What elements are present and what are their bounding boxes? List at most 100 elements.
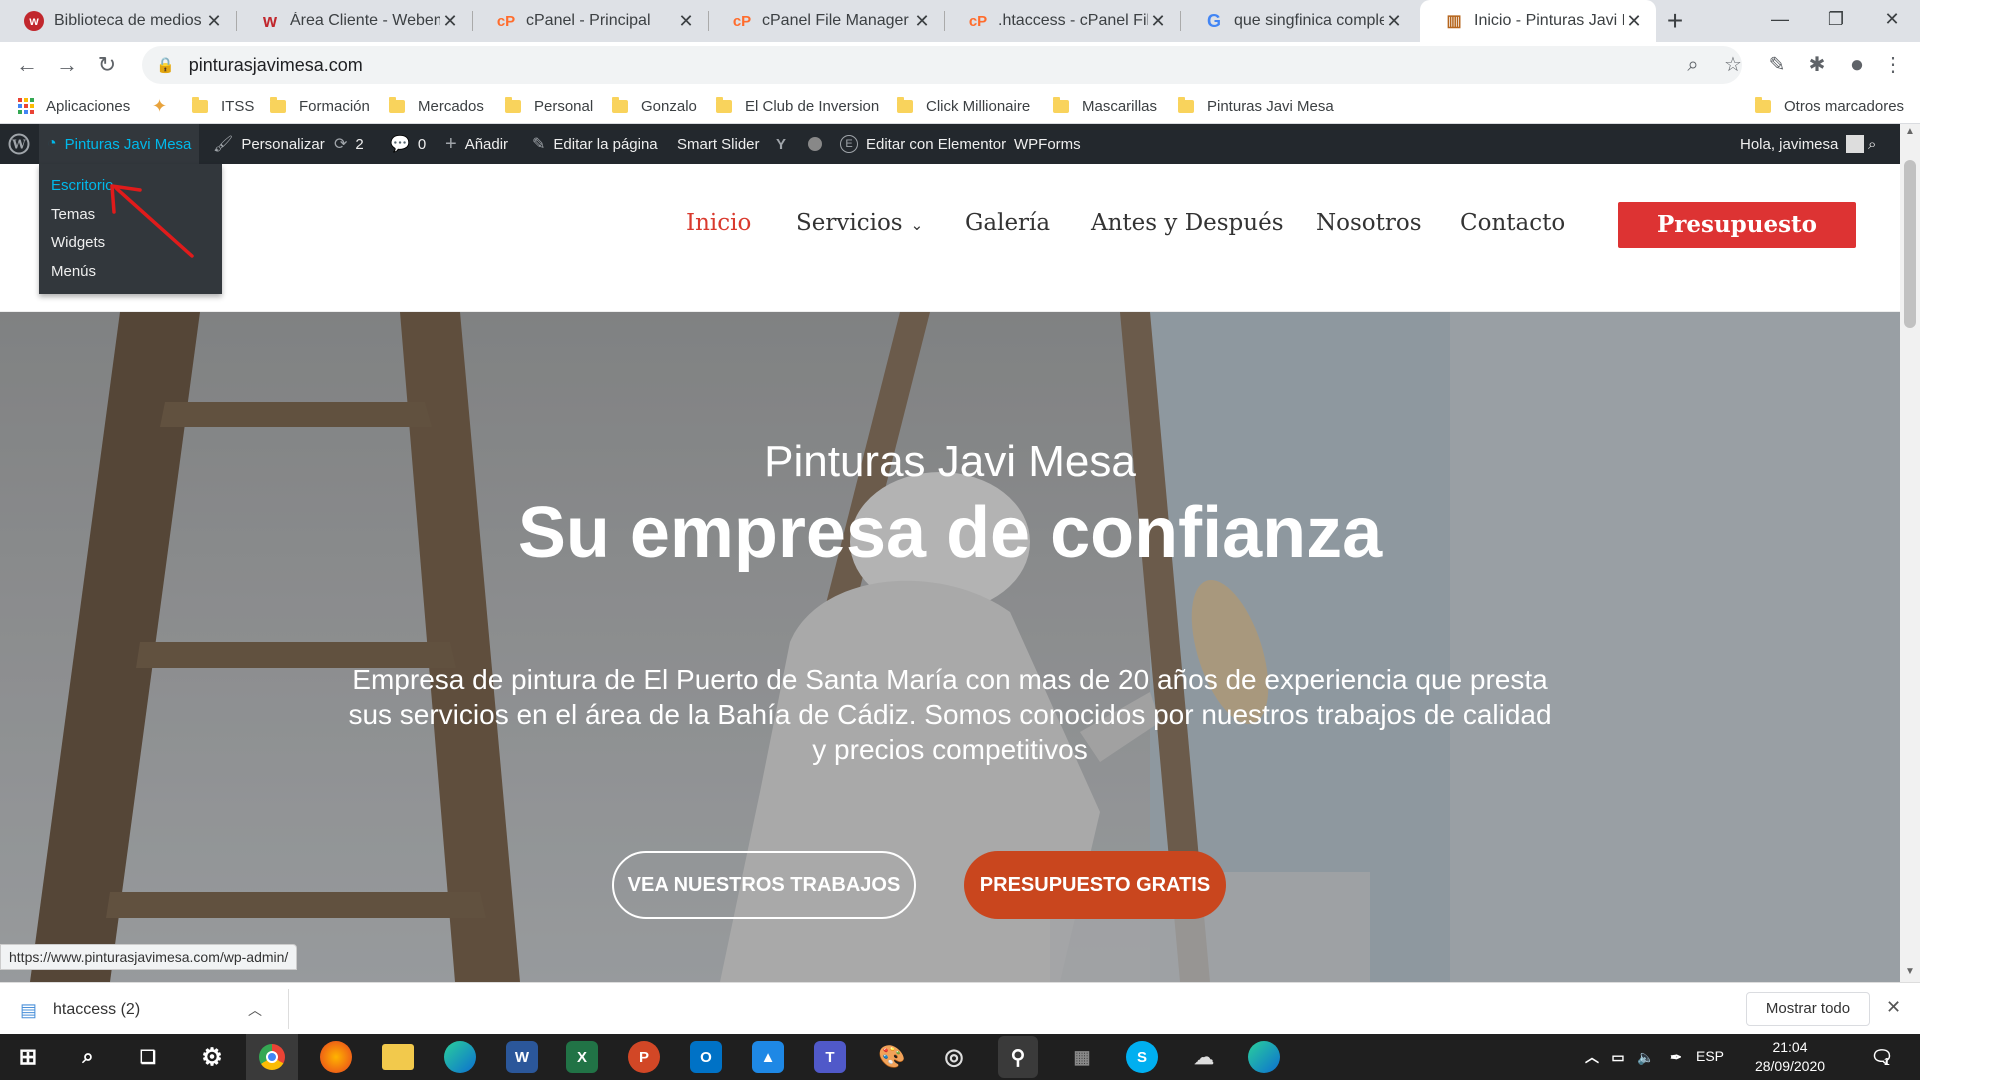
file-explorer-icon[interactable] [382, 1044, 414, 1070]
address-url[interactable]: pinturasjavimesa.com [189, 55, 363, 76]
tab-biblioteca[interactable]: w Biblioteca de medios y ✕ [0, 0, 236, 42]
close-tab-icon[interactable]: ✕ [440, 11, 460, 32]
bookmark-star-icon[interactable]: ☆ [1718, 50, 1748, 80]
maps-pin-icon[interactable]: ⚲ [998, 1036, 1038, 1078]
bookmark-apps[interactable]: Aplicaciones [18, 88, 130, 124]
pen-icon[interactable]: ✒ [1664, 1041, 1688, 1073]
forward-icon[interactable]: → [52, 50, 82, 80]
admin-comments[interactable]: 💬 0 [390, 124, 426, 164]
nav-galeria[interactable]: Galería [965, 210, 1050, 236]
dropdown-widgets[interactable]: Widgets [51, 234, 105, 251]
nav-servicios[interactable]: Servicios ⌄ [796, 210, 923, 236]
outlook-icon[interactable]: O [690, 1041, 722, 1073]
admin-customize[interactable]: 🖌 Personalizar [213, 124, 325, 164]
skype-icon[interactable]: S [1126, 1041, 1158, 1073]
tab-google-search[interactable]: G que singfinica complen ✕ [1180, 0, 1416, 42]
nav-antes-despues[interactable]: Antes y Después [1091, 210, 1284, 236]
minimize-icon[interactable]: — [1752, 0, 1808, 38]
paint-palette-icon[interactable]: 🎨 [876, 1041, 908, 1073]
chrome-taskbar-button[interactable] [246, 1034, 298, 1080]
bookmark-folder-otros[interactable]: Otros marcadores [1755, 88, 1904, 124]
tray-clock[interactable]: 21:04 28/09/2020 [1740, 1038, 1840, 1076]
extension-pen-icon[interactable]: ✎ [1762, 50, 1792, 80]
wordpress-logo-icon[interactable]: W [6, 124, 32, 164]
close-tab-icon[interactable]: ✕ [1148, 11, 1168, 32]
close-tab-icon[interactable]: ✕ [204, 11, 224, 32]
admin-wpforms[interactable]: WPForms [1014, 124, 1081, 164]
remote-desktop-icon[interactable]: ▦ [1066, 1041, 1098, 1073]
bookmark-folder-club-inversion[interactable]: El Club de Inversion [716, 88, 879, 124]
seo-status-dot-icon[interactable] [808, 124, 822, 164]
nav-nosotros[interactable]: Nosotros [1316, 210, 1422, 236]
yoast-icon[interactable]: Y [776, 124, 786, 164]
bookmark-folder-mascarillas[interactable]: Mascarillas [1053, 88, 1157, 124]
reload-icon[interactable]: ↻ [92, 50, 122, 80]
close-tab-icon[interactable]: ✕ [1624, 11, 1644, 32]
settings-gear-icon[interactable]: ⚙ [196, 1041, 228, 1073]
word-icon[interactable]: W [506, 1041, 538, 1073]
scroll-down-arrow-icon[interactable]: ▼ [1905, 966, 1915, 977]
show-all-downloads-button[interactable]: Mostrar todo [1746, 992, 1870, 1026]
close-tab-icon[interactable]: ✕ [676, 11, 696, 32]
presupuesto-gratis-button[interactable]: PRESUPUESTO GRATIS [964, 851, 1226, 919]
battery-icon[interactable]: ▭ [1606, 1041, 1630, 1073]
powerpoint-icon[interactable]: P [628, 1041, 660, 1073]
profile-icon[interactable]: ● [1842, 50, 1872, 80]
chevron-up-icon[interactable]: ︿ [248, 1000, 262, 1020]
tab-cpanel-file-manager[interactable]: cP cPanel File Manager v3 ✕ [708, 0, 944, 42]
tray-chevron-up-icon[interactable]: ︿ [1582, 1041, 1602, 1073]
volume-icon[interactable]: 🔈 [1634, 1041, 1658, 1073]
windows-start-icon[interactable]: ⊞ [12, 1041, 44, 1073]
admin-smart-slider[interactable]: Smart Slider [677, 124, 760, 164]
tab-area-cliente[interactable]: w Área Cliente - Webemp ✕ [236, 0, 472, 42]
admin-site-menu[interactable]: ◔ Pinturas Javi Mesa [39, 124, 200, 164]
admin-updates[interactable]: ⟳ 2 [334, 124, 364, 164]
admin-elementor[interactable]: E Editar con Elementor [840, 124, 1006, 164]
close-tab-icon[interactable]: ✕ [912, 11, 932, 32]
scroll-up-arrow-icon[interactable]: ▲ [1905, 126, 1915, 137]
admin-add-new[interactable]: + Añadir [445, 124, 508, 164]
task-view-icon[interactable]: ❏ [132, 1041, 164, 1073]
restore-icon[interactable]: ❐ [1808, 0, 1864, 38]
bookmark-folder-itss[interactable]: ITSS [192, 88, 254, 124]
admin-search-icon[interactable]: ⌕ [1868, 124, 1876, 164]
people-icon[interactable]: ☁ [1188, 1041, 1220, 1073]
close-window-icon[interactable]: ✕ [1864, 0, 1920, 38]
bookmark-folder-pinturas[interactable]: Pinturas Javi Mesa [1178, 88, 1334, 124]
presupuesto-button[interactable]: Presupuesto [1618, 202, 1856, 248]
close-tab-icon[interactable]: ✕ [1384, 11, 1404, 32]
new-tab-icon[interactable]: + [1658, 4, 1692, 38]
dropdown-menus[interactable]: Menús [51, 263, 96, 280]
bookmark-folder-click-millionaire[interactable]: Click Millionaire [897, 88, 1030, 124]
tray-language[interactable]: ESP [1696, 1048, 1724, 1064]
tab-inicio-pinturas[interactable]: ▥ Inicio - Pinturas Javi M ✕ [1420, 0, 1656, 42]
ver-trabajos-button[interactable]: VEA NUESTROS TRABAJOS [612, 851, 916, 919]
page-scrollbar[interactable]: ▲ ▼ [1900, 124, 1920, 982]
edge-dev-icon[interactable] [1248, 1041, 1280, 1073]
bookmark-folder-formacion[interactable]: Formación [270, 88, 370, 124]
search-icon[interactable]: ⌕ [72, 1041, 104, 1073]
nav-contacto[interactable]: Contacto [1460, 210, 1565, 236]
firefox-icon[interactable] [320, 1041, 352, 1073]
edge-icon[interactable] [444, 1041, 476, 1073]
bookmark-folder-gonzalo[interactable]: Gonzalo [612, 88, 697, 124]
address-bar[interactable]: 🔒 pinturasjavimesa.com [142, 46, 1742, 84]
download-item[interactable]: ▤ htaccess (2) ︿ [20, 997, 320, 1023]
photos-icon[interactable]: ▲ [752, 1041, 784, 1073]
menu-kebab-icon[interactable]: ⋮ [1878, 50, 1908, 80]
excel-icon[interactable]: X [566, 1041, 598, 1073]
teams-icon[interactable]: T [814, 1041, 846, 1073]
bookmark-folder-personal[interactable]: Personal [505, 88, 593, 124]
scrollbar-thumb[interactable] [1904, 160, 1916, 328]
bookmark-folder-mercados[interactable]: Mercados [389, 88, 484, 124]
admin-account[interactable]: Hola, javimesa [1740, 124, 1865, 164]
zoom-icon[interactable]: ⌕ [1678, 50, 1708, 80]
tab-cpanel-principal[interactable]: cP cPanel - Principal ✕ [472, 0, 708, 42]
admin-edit-page[interactable]: ✎ Editar la página [532, 124, 658, 164]
dropdown-temas[interactable]: Temas [51, 206, 95, 223]
bookmark-pinwheel-icon[interactable]: ✦ [152, 88, 167, 124]
nav-inicio[interactable]: Inicio [686, 210, 751, 236]
aperture-icon[interactable]: ◎ [938, 1041, 970, 1073]
tab-htaccess[interactable]: cP .htaccess - cPanel File M ✕ [944, 0, 1180, 42]
extensions-puzzle-icon[interactable]: ✱ [1802, 50, 1832, 80]
